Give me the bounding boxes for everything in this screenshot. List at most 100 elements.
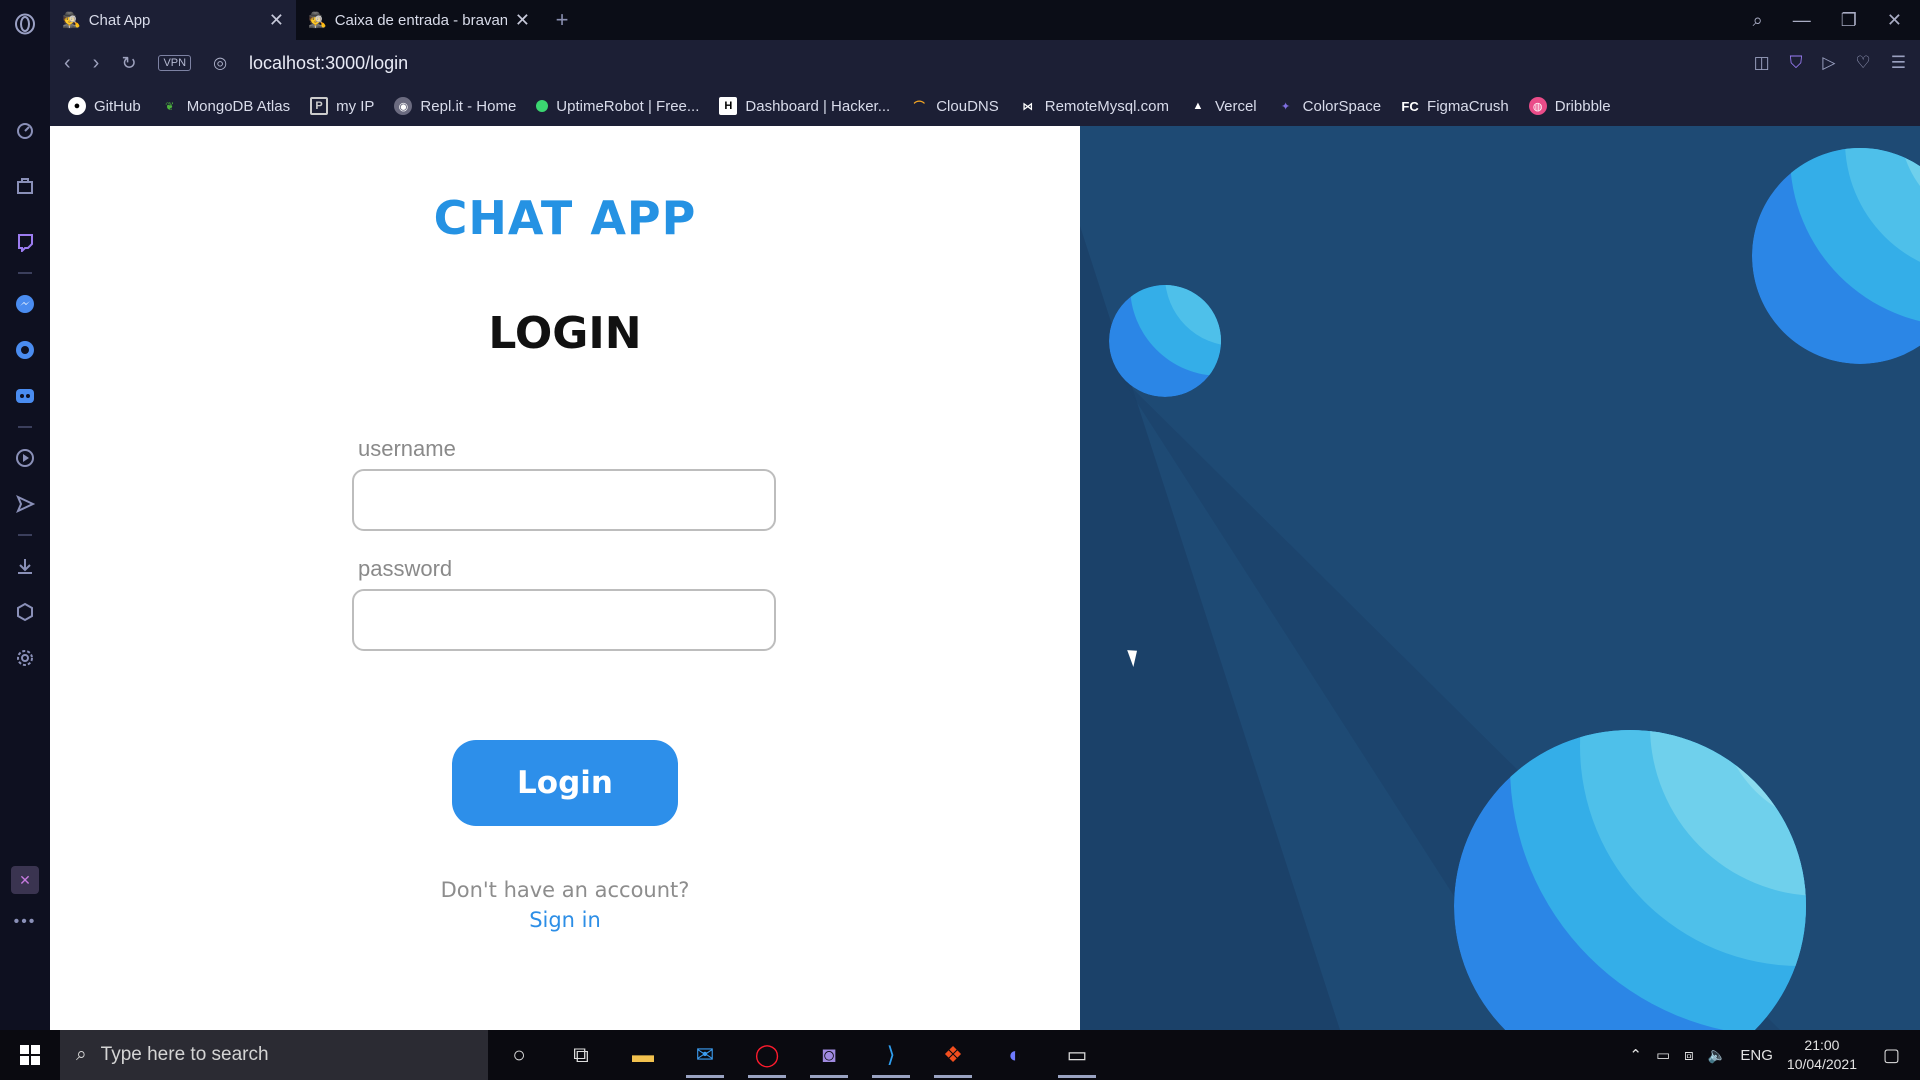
file-explorer-icon[interactable]: ▬: [612, 1030, 674, 1080]
sidebar-app-icon[interactable]: ✕: [11, 866, 39, 894]
bookmark-label: Dashboard | Hacker...: [745, 97, 891, 115]
task-view-icon[interactable]: ⧉: [550, 1030, 612, 1080]
speed-dial-icon[interactable]: [7, 112, 43, 148]
tab-chat-app[interactable]: 🕵 Chat App ✕: [50, 0, 296, 40]
no-account-text: Don't have an account?: [440, 878, 690, 902]
bookmark-remotemysql[interactable]: ⋈ RemoteMysql.com: [1019, 97, 1169, 115]
username-input[interactable]: [352, 469, 776, 531]
start-button[interactable]: [0, 1030, 60, 1080]
browser-sidebar: ✕ •••: [0, 0, 50, 1030]
new-tab-button[interactable]: +: [542, 0, 582, 40]
taskbar-search[interactable]: ⌕ Type here to search: [60, 1030, 488, 1080]
bookmark-dribbble[interactable]: ◍ Dribbble: [1528, 97, 1611, 115]
ip-icon: P: [310, 97, 329, 115]
restore-icon[interactable]: ❐: [1841, 10, 1857, 31]
bookmark-myip[interactable]: Pmy IP: [310, 97, 374, 115]
forward-icon[interactable]: ›: [93, 52, 100, 75]
whatsapp-icon[interactable]: [7, 332, 43, 368]
twitch-icon[interactable]: [7, 224, 43, 260]
notifications-icon[interactable]: ▢: [1883, 1045, 1900, 1066]
vscode-icon[interactable]: ⟩: [860, 1030, 922, 1080]
windows-logo-icon: [20, 1045, 40, 1065]
reload-icon[interactable]: ↻: [121, 53, 136, 74]
chevron-up-icon[interactable]: ⌃: [1629, 1046, 1642, 1064]
settings-gear-icon[interactable]: [7, 640, 43, 676]
clock-time: 21:00: [1804, 1037, 1840, 1053]
uptime-icon: [536, 100, 549, 112]
close-tab-icon[interactable]: ✕: [269, 10, 284, 31]
login-button[interactable]: Login: [452, 740, 678, 826]
send-icon[interactable]: [7, 486, 43, 522]
bookmark-label: RemoteMysql.com: [1044, 97, 1169, 115]
close-tab-icon[interactable]: ✕: [515, 10, 530, 31]
login-panel: CHAT APP LOGIN username password Login D…: [50, 126, 1080, 1030]
bookmark-hackerrank[interactable]: H Dashboard | Hacker...: [719, 97, 890, 115]
network-icon[interactable]: ⧈: [1684, 1047, 1694, 1064]
hackerrank-icon: H: [719, 97, 738, 115]
more-icon[interactable]: •••: [7, 904, 43, 940]
extensions-icon[interactable]: [7, 594, 43, 630]
clock[interactable]: 21:00 10/04/2021: [1787, 1036, 1857, 1074]
bookmark-github[interactable]: ● GitHub: [68, 97, 141, 115]
bookmark-mongodb[interactable]: ❦ MongoDB Atlas: [161, 97, 290, 115]
leaf-icon: ❦: [165, 100, 175, 113]
terminal-icon[interactable]: ▭: [1046, 1030, 1108, 1080]
colorspace-icon: ✦: [1281, 100, 1291, 113]
battery-icon[interactable]: ▭: [1656, 1046, 1670, 1064]
username-label: username: [358, 436, 456, 461]
discord-icon[interactable]: [7, 378, 43, 414]
discord-app-icon[interactable]: ◙: [798, 1030, 860, 1080]
bookmark-vercel[interactable]: ▲ Vercel: [1189, 97, 1257, 115]
opera-logo-icon[interactable]: [7, 6, 43, 42]
search-icon: ⌕: [76, 1044, 87, 1065]
incognito-icon: 🕵: [62, 12, 81, 29]
app-circle-icon[interactable]: ◐: [984, 1030, 1046, 1080]
opera-icon[interactable]: ◯: [736, 1030, 798, 1080]
bookmark-replit[interactable]: ◉ Repl.it - Home: [394, 97, 516, 115]
bookmark-figmacrush[interactable]: FC FigmaCrush: [1401, 97, 1509, 115]
address-actions: ◫ ⛉ ▷ ♡ ☰: [1754, 53, 1906, 73]
tab-title: Chat App: [88, 11, 151, 29]
clock-date: 10/04/2021: [1786, 1056, 1857, 1072]
heart-icon[interactable]: ♡: [1856, 53, 1871, 73]
sign-in-link[interactable]: Sign in: [50, 908, 1080, 932]
cortana-icon[interactable]: ○: [488, 1030, 550, 1080]
tab-title: Caixa de entrada - bravand: [334, 11, 507, 29]
password-label: password: [358, 556, 453, 581]
figma-icon[interactable]: ❖: [922, 1030, 984, 1080]
vpn-badge[interactable]: VPN: [158, 55, 192, 71]
shield-icon[interactable]: ⛉: [1790, 53, 1803, 73]
sign-in-link-label[interactable]: Sign in: [529, 908, 601, 932]
mail-icon[interactable]: ✉: [674, 1030, 736, 1080]
close-window-icon[interactable]: ✕: [1887, 10, 1902, 31]
language-indicator[interactable]: ENG: [1740, 1047, 1773, 1064]
easy-setup-icon[interactable]: ☰: [1891, 53, 1906, 73]
workspaces-icon[interactable]: [7, 168, 43, 204]
bookmark-label: FigmaCrush: [1427, 97, 1509, 115]
window-controls: ⌕ — ❐ ✕: [1753, 0, 1920, 40]
decorative-panel: [1080, 126, 1920, 1030]
back-icon[interactable]: ‹: [64, 52, 71, 75]
search-tabs-icon[interactable]: ⌕: [1753, 10, 1763, 31]
url-field[interactable]: localhost:3000/login: [249, 53, 408, 74]
send-icon[interactable]: ▷: [1822, 53, 1835, 73]
tab-bar: 🕵 Chat App ✕ 🕵 Caixa de entrada - bravan…: [50, 0, 1920, 40]
tab-inbox[interactable]: 🕵 Caixa de entrada - bravand ✕: [296, 0, 542, 40]
password-input[interactable]: [352, 589, 776, 651]
messenger-icon[interactable]: [7, 286, 43, 322]
volume-icon[interactable]: 🔈: [1708, 1046, 1727, 1064]
remotemysql-icon: ⋈: [1022, 100, 1034, 113]
github-icon: ●: [68, 97, 86, 115]
minimize-icon[interactable]: —: [1793, 10, 1811, 31]
bottom-planet: [1454, 730, 1806, 1030]
top-right-planet: [1752, 148, 1920, 364]
replit-icon: ◉: [394, 97, 413, 115]
player-icon[interactable]: [7, 440, 43, 476]
snapshot-icon[interactable]: ◫: [1754, 53, 1770, 73]
downloads-icon[interactable]: [7, 548, 43, 584]
figmacrush-icon: FC: [1401, 98, 1419, 114]
bookmark-uptimerobot[interactable]: UptimeRobot | Free...: [536, 98, 699, 115]
vercel-icon: ▲: [1192, 100, 1204, 112]
bookmark-colorspace[interactable]: ✦ ColorSpace: [1277, 97, 1381, 115]
bookmark-cloudns[interactable]: ⌒ ClouDNS: [910, 97, 999, 115]
